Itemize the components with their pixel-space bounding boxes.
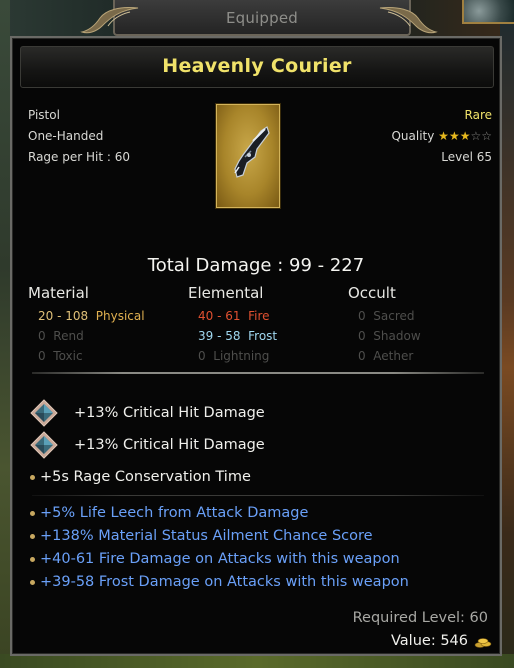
- star-empty-icon: ☆: [470, 129, 482, 143]
- damage-row-fire: 40 - 61 Fire: [198, 309, 270, 323]
- gem-affix: +13% Critical Hit Damage: [74, 437, 265, 453]
- ornament-right-icon: [379, 7, 438, 34]
- item-title-bar: Heavenly Courier: [20, 46, 494, 88]
- equipped-label: Equipped: [225, 9, 299, 27]
- character-portrait-icon[interactable]: [462, 0, 514, 24]
- game-world-right-edge: [500, 0, 514, 668]
- damage-row-shadow: 0 Shadow: [358, 329, 421, 343]
- damage-row-physical: 20 - 108 Physical: [38, 309, 145, 323]
- item-rage-per-hit: Rage per Hit : 60: [28, 150, 130, 164]
- quality-stars: ★★★☆☆: [438, 129, 492, 143]
- implicit-affix: +5s Rage Conservation Time: [40, 469, 251, 485]
- magic-affix: +5% Life Leech from Attack Damage: [40, 505, 309, 521]
- star-filled-icon: ★: [459, 129, 471, 143]
- magic-affix: +39-58 Frost Damage on Attacks with this…: [40, 574, 409, 590]
- item-rarity: Rare: [464, 108, 492, 122]
- item-value: Value: 546: [391, 633, 468, 649]
- bullet-icon: [30, 534, 35, 539]
- bullet-icon: [30, 475, 35, 480]
- item-tooltip: Heavenly Courier Pistol One-Handed Rage …: [10, 36, 502, 656]
- star-filled-icon: ★: [438, 129, 449, 143]
- total-damage: Total Damage : 99 - 227: [147, 255, 365, 276]
- section-divider-thin: [32, 495, 484, 496]
- gem-affix: +13% Critical Hit Damage: [74, 405, 265, 421]
- item-type: Pistol: [28, 108, 60, 122]
- item-quality: Quality ★★★☆☆: [391, 129, 492, 143]
- magic-affix: +138% Material Status Ailment Chance Sco…: [40, 528, 373, 544]
- damage-row-aether: 0 Aether: [358, 349, 414, 363]
- star-filled-icon: ★: [448, 129, 460, 143]
- quality-label: Quality: [391, 129, 435, 143]
- damage-row-frost: 39 - 58 Frost: [198, 329, 278, 343]
- damage-row-rend: 0 Rend: [38, 329, 84, 343]
- gem-icon: [30, 399, 58, 427]
- material-header: Material: [28, 284, 89, 302]
- bullet-icon: [30, 580, 35, 585]
- occult-header: Occult: [348, 284, 396, 302]
- damage-row-lightning: 0 Lightning: [198, 349, 270, 363]
- magic-affix: +40-61 Fire Damage on Attacks with this …: [40, 551, 400, 567]
- damage-row-sacred: 0 Sacred: [358, 309, 415, 323]
- star-empty-icon: ☆: [481, 129, 492, 143]
- pistol-icon: [234, 126, 270, 178]
- game-world-left-edge: [0, 0, 10, 668]
- equipped-header: Equipped: [113, 0, 411, 36]
- game-world-bottom-edge: [0, 654, 514, 668]
- item-name: Heavenly Courier: [162, 55, 352, 77]
- ornament-left-icon: [80, 7, 139, 34]
- damage-row-toxic: 0 Toxic: [38, 349, 83, 363]
- bullet-icon: [30, 557, 35, 562]
- item-handedness: One-Handed: [28, 129, 104, 143]
- section-divider: [32, 372, 484, 374]
- elemental-header: Elemental: [188, 284, 264, 302]
- item-art: [216, 104, 280, 208]
- gem-icon: [30, 431, 58, 459]
- item-level: Level 65: [441, 150, 492, 164]
- bullet-icon: [30, 511, 35, 516]
- required-level: Required Level: 60: [352, 610, 488, 626]
- gold-coins-icon: [474, 638, 492, 648]
